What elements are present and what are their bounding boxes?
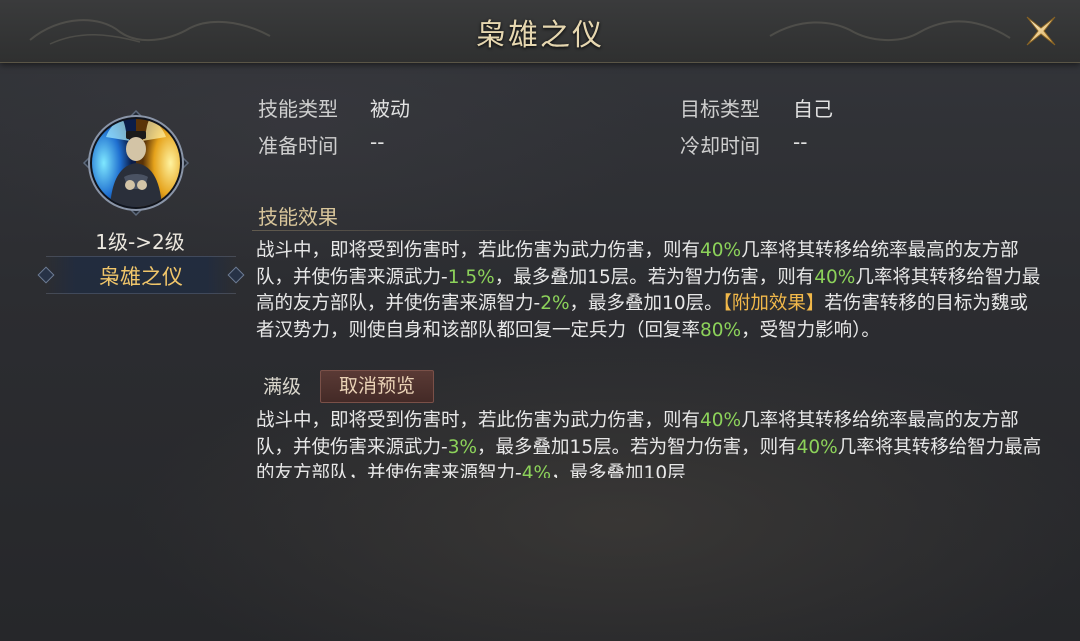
description-text: ，最多叠加15层。若为智力伤害，则有: [477, 436, 797, 458]
max-level-description-viewport[interactable]: 战斗中，即将受到伤害时，若此伤害为武力伤害，则有40%几率将其转移给统率最高的友…: [256, 408, 1056, 478]
highlight-value: 1.5%: [447, 266, 495, 288]
description-text: ，最多叠加10层: [551, 463, 686, 478]
skill-icon: [80, 107, 192, 219]
highlight-value: 40%: [814, 266, 856, 288]
highlight-value: 4%: [521, 463, 552, 478]
skill-effect-title: 技能效果: [258, 205, 338, 229]
bonus-effect-tag: 【附加效果】: [722, 293, 825, 314]
target-type-value: 自己: [793, 97, 833, 121]
section-divider: [252, 230, 562, 231]
highlight-value: 40%: [700, 410, 742, 431]
cooldown-value: --: [793, 130, 808, 154]
dialog-title-bar: 枭雄之仪: [0, 0, 1080, 63]
skill-portrait-icon: [82, 109, 190, 217]
highlight-value: 80%: [700, 319, 742, 341]
dialog-title: 枭雄之仪: [476, 18, 604, 53]
skill-name-plate: 枭雄之仪: [37, 256, 245, 294]
highlight-value: 3%: [447, 436, 478, 458]
close-icon: [1026, 16, 1056, 46]
description-text: ，最多叠加15层。若为智力伤害，则有: [494, 266, 815, 288]
skill-type-value: 被动: [370, 97, 410, 121]
cooldown-label: 冷却时间: [680, 134, 760, 158]
target-type-label: 目标类型: [680, 97, 760, 121]
cancel-preview-button[interactable]: 取消预览: [320, 370, 434, 403]
prepare-time-label: 准备时间: [258, 134, 338, 158]
max-level-label: 满级: [263, 376, 302, 398]
skill-type-label: 技能类型: [258, 97, 338, 121]
description-text: ，最多叠加10层。: [569, 293, 723, 314]
description-text: 战斗中，即将受到伤害时，若此伤害为武力伤害，则有: [256, 410, 701, 431]
description-text: ，受智力影响）。: [741, 319, 880, 341]
highlight-value: 40%: [700, 240, 742, 261]
highlight-value: 2%: [540, 293, 570, 314]
skill-name: 枭雄之仪: [99, 265, 183, 289]
prepare-time-value: --: [370, 130, 385, 154]
highlight-value: 40%: [796, 436, 838, 458]
skill-effect-description: 战斗中，即将受到伤害时，若此伤害为武力伤害，则有40%几率将其转移给统率最高的友…: [256, 238, 1046, 344]
max-level-description: 战斗中，即将受到伤害时，若此伤害为武力伤害，则有40%几率将其转移给统率最高的友…: [256, 408, 1046, 478]
skill-level-upgrade: 1级->2级: [95, 230, 185, 254]
close-button[interactable]: [1020, 10, 1062, 52]
description-text: 战斗中，即将受到伤害时，若此伤害为武力伤害，则有: [256, 240, 701, 261]
skill-detail-dialog: 枭雄之仪 1级->2级 枭雄之仪 技能类型 被动 目标类型 自己 准备时间 --…: [0, 0, 1080, 641]
